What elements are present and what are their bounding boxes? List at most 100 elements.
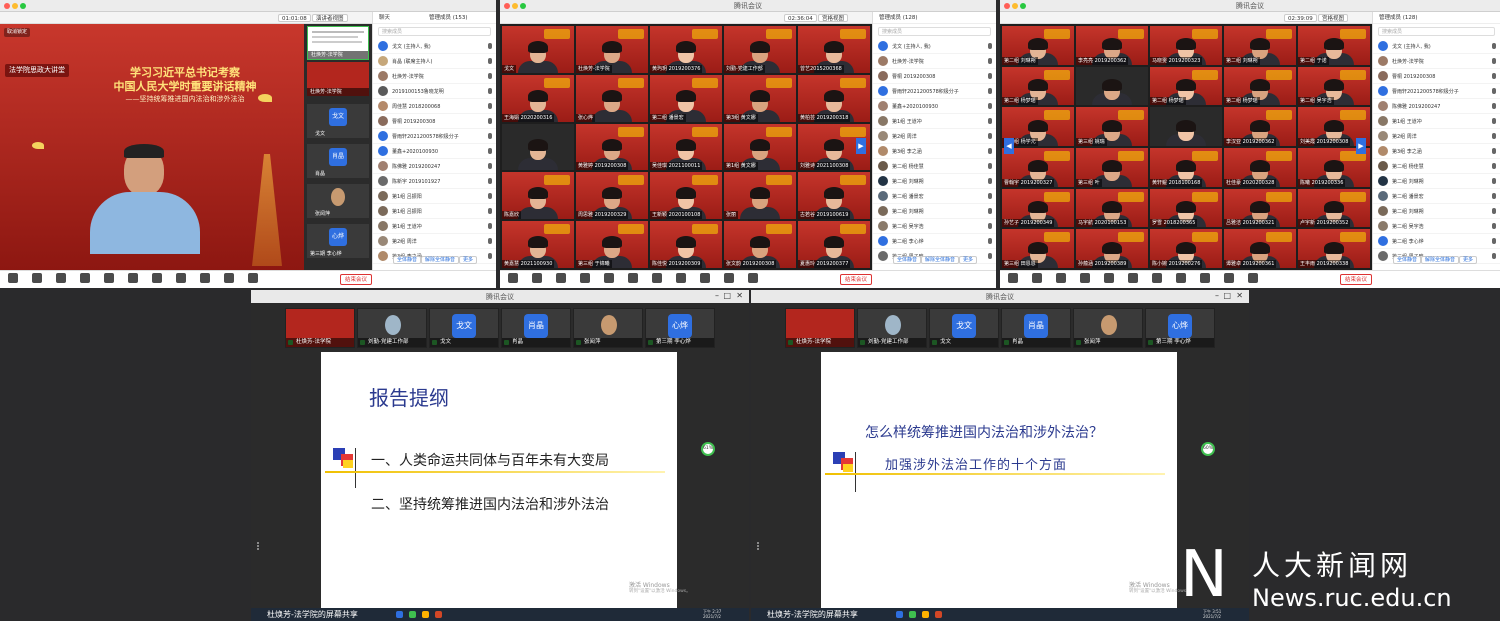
video-tile[interactable]: 第二组 杨梦瑶: [1002, 66, 1074, 106]
side-handle[interactable]: [257, 542, 263, 550]
video-tile[interactable]: 卢宇新 2019200352: [1298, 188, 1370, 228]
video-tile[interactable]: 黄玙玥 2019200376: [650, 26, 722, 73]
chat-tab[interactable]: 聊天: [379, 15, 390, 21]
participant-row[interactable]: 第二组 潘景宏: [873, 189, 996, 204]
mic-icon[interactable]: [488, 118, 492, 124]
video-tile[interactable]: 李亮亮 2019200362: [1076, 26, 1148, 65]
mic-icon[interactable]: [1492, 253, 1496, 259]
participant-row[interactable]: 曹桐 2019200308: [1373, 69, 1500, 84]
member-search-input[interactable]: 搜索成员: [378, 27, 491, 36]
toolbar-icon[interactable]: [200, 273, 210, 283]
video-thumbnail[interactable]: 肖晶 肖晶: [1001, 308, 1071, 348]
toolbar-icon[interactable]: [1104, 273, 1114, 283]
toolbar-icon[interactable]: [700, 273, 710, 283]
video-tile[interactable]: 第三组 于锦曦: [576, 221, 648, 268]
member-search-input[interactable]: 搜索成员: [1378, 27, 1495, 36]
participant-row[interactable]: 第1组 王道冲: [873, 114, 996, 129]
video-tile[interactable]: 王新颖 2020100108: [650, 172, 722, 220]
toolbar-icon[interactable]: [1176, 273, 1186, 283]
close-window-button[interactable]: ✕: [736, 291, 743, 300]
toolbar-icon[interactable]: [652, 273, 662, 283]
video-tile[interactable]: 黄轩鲲 2018100168: [1150, 148, 1222, 187]
participant-row[interactable]: 杜焕芳-法学院: [873, 54, 996, 69]
video-tile[interactable]: 马宇航 2020100153: [1076, 188, 1148, 228]
video-tile[interactable]: 第二组 潘景宏: [650, 74, 722, 122]
participant-row[interactable]: 第二组 杨佳慧: [1373, 159, 1500, 174]
video-tile[interactable]: 王海娟 2020200316: [502, 74, 574, 122]
participant-row[interactable]: 杜焕芳-法学院: [373, 69, 496, 84]
toolbar-icon[interactable]: [104, 273, 114, 283]
members-tab[interactable]: 管理成员 (128): [873, 12, 996, 24]
participant-row[interactable]: 曹桐 2019200308: [873, 69, 996, 84]
participant-row[interactable]: 曹桐 2019200308: [373, 114, 496, 129]
participant-row[interactable]: 第1组 吕振阳: [373, 204, 496, 219]
video-tile[interactable]: 第二组 杨梦瑶: [1224, 66, 1296, 106]
app-icon[interactable]: [396, 611, 403, 618]
participant-row[interactable]: 2019100153鲁晓龙明: [373, 84, 496, 99]
toolbar-icon[interactable]: [556, 273, 566, 283]
toolbar-icon[interactable]: [676, 273, 686, 283]
video-tile[interactable]: 吕雅洁 2019200321: [1224, 188, 1296, 228]
video-tile[interactable]: 张心烨: [576, 74, 648, 122]
participant-row[interactable]: 戈文 (主持人, 我): [1373, 39, 1500, 54]
toolbar-icon[interactable]: [152, 273, 162, 283]
mic-icon[interactable]: [488, 178, 492, 184]
mic-icon[interactable]: [1492, 133, 1496, 139]
mic-icon[interactable]: [488, 133, 492, 139]
video-tile[interactable]: 周思雅 2019200329: [576, 172, 648, 220]
video-tile[interactable]: [1076, 66, 1148, 106]
toolbar-icon[interactable]: [224, 273, 234, 283]
app-icon[interactable]: [435, 611, 442, 618]
mic-icon[interactable]: [988, 103, 992, 109]
toolbar-icon[interactable]: [80, 273, 90, 283]
zoom-window-button[interactable]: [20, 3, 26, 9]
mic-icon[interactable]: [1492, 43, 1496, 49]
prev-page-arrow[interactable]: ◀: [1004, 138, 1014, 154]
mic-icon[interactable]: [988, 238, 992, 244]
view-toggle-button[interactable]: 演讲者视图: [312, 14, 348, 22]
toolbar-icon[interactable]: [1056, 273, 1066, 283]
mic-icon[interactable]: [1492, 148, 1496, 154]
minimize-window-button[interactable]: –: [715, 291, 719, 300]
video-thumbnail[interactable]: 心烨 第三期 李心烨: [307, 224, 369, 258]
app-icon[interactable]: [422, 611, 429, 618]
video-thumbnail[interactable]: 戈文 戈文: [307, 104, 369, 138]
participant-row[interactable]: 曹雨轩2021200578积极分子: [373, 129, 496, 144]
video-tile[interactable]: 第二组 刘琳朔: [1002, 26, 1074, 65]
app-icon[interactable]: [935, 611, 942, 618]
next-page-arrow[interactable]: ▶: [1356, 138, 1366, 154]
video-tile[interactable]: 第三组 叶: [1076, 148, 1148, 187]
video-tile[interactable]: 黄嘉慧 2021100930: [502, 221, 574, 268]
unmute-all-button[interactable]: 解除全体静音: [1421, 256, 1460, 264]
toolbar-icon[interactable]: [628, 273, 638, 283]
more-button[interactable]: 更多: [459, 256, 478, 264]
participant-row[interactable]: 第1组 吕振阳: [373, 189, 496, 204]
participant-row[interactable]: 第二组 吴宇浩: [1373, 219, 1500, 234]
participant-row[interactable]: 董鑫+2020100930: [873, 99, 996, 114]
mic-icon[interactable]: [988, 193, 992, 199]
mic-icon[interactable]: [1492, 73, 1496, 79]
mic-icon[interactable]: [1492, 178, 1496, 184]
close-window-button[interactable]: ✕: [1236, 291, 1243, 300]
toolbar-icon[interactable]: [32, 273, 42, 283]
mic-icon[interactable]: [488, 193, 492, 199]
toolbar-icon[interactable]: [128, 273, 138, 283]
toolbar-icon[interactable]: [1152, 273, 1162, 283]
participant-row[interactable]: 曹雨轩2021200578积极分子: [1373, 84, 1500, 99]
minimize-window-button[interactable]: –: [1215, 291, 1219, 300]
video-tile[interactable]: 古若谷 2019100619: [798, 172, 870, 220]
close-window-button[interactable]: [4, 3, 10, 9]
mic-icon[interactable]: [1492, 88, 1496, 94]
mic-icon[interactable]: [988, 208, 992, 214]
video-tile[interactable]: 杜焕芳-法学院: [576, 26, 648, 73]
video-tile[interactable]: 孙蕴涵 2019200389: [1076, 229, 1148, 268]
mic-icon[interactable]: [488, 148, 492, 154]
app-icon[interactable]: [922, 611, 929, 618]
mic-icon[interactable]: [488, 163, 492, 169]
participant-row[interactable]: 董鑫+2020100930: [373, 144, 496, 159]
video-tile[interactable]: 曾艺2015200368: [798, 26, 870, 73]
video-tile[interactable]: [1150, 107, 1222, 146]
minimize-window-button[interactable]: [12, 3, 18, 9]
participant-row[interactable]: 第3组 李之涵: [873, 144, 996, 159]
mic-icon[interactable]: [488, 253, 492, 259]
